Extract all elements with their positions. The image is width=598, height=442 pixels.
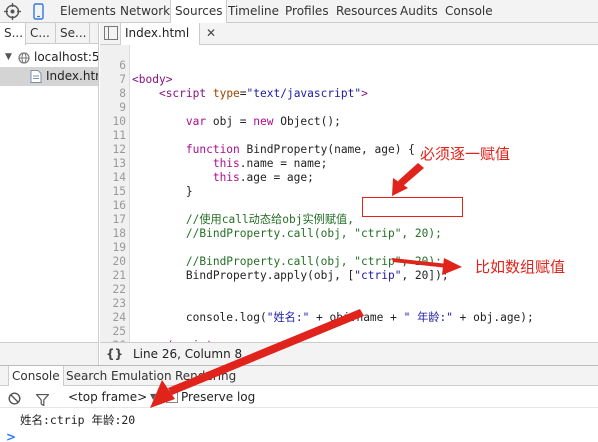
frame-select[interactable]: <top frame>: [68, 386, 147, 408]
code-line[interactable]: 7 <script type="text/javascript">: [100, 59, 598, 100]
clear-console-icon[interactable]: [8, 390, 21, 405]
device-mode-icon[interactable]: [30, 3, 47, 20]
annotation-top: 必须逐一赋值: [420, 145, 511, 163]
code-line[interactable]: 18: [100, 213, 598, 240]
console-message: 姓名:ctrip 年龄:20: [20, 413, 136, 427]
navigator-tab-sources[interactable]: S...: [0, 23, 26, 45]
code-line[interactable]: 9 var obj = new Object();: [100, 87, 598, 128]
filter-icon[interactable]: [35, 391, 50, 407]
console-prompt[interactable]: >: [6, 430, 16, 442]
tab-profiles[interactable]: Profiles: [285, 0, 329, 23]
code-line[interactable]: 20 BindProperty.apply(obj, ["ctrip", 20]…: [100, 241, 598, 282]
code-line[interactable]: 24: [100, 297, 598, 324]
file-tab-label: Index.html: [125, 26, 190, 40]
tab-sources[interactable]: Sources: [170, 0, 228, 24]
code-line[interactable]: 16 //使用call动态给obj实例赋值,: [100, 185, 598, 226]
navigator-tab-snippets[interactable]: Se...: [56, 23, 90, 44]
expand-triangle-icon[interactable]: ▼: [5, 48, 12, 67]
code-line[interactable]: 19 //BindProperty.call(obj, "ctrip", 20)…: [100, 227, 598, 268]
code-line[interactable]: 15: [100, 171, 598, 198]
highlight-box: [362, 197, 463, 217]
tree-item-label: Index.htm: [46, 69, 98, 83]
code-editor[interactable]: 6 <body> 7 <script type="text/javascript…: [100, 45, 598, 342]
editor-tab-bar: Index.html ✕: [100, 23, 598, 46]
tab-timeline[interactable]: Timeline: [228, 0, 279, 23]
code-line[interactable]: 6 <body>: [100, 45, 598, 86]
code-line[interactable]: 23 console.log("姓名:" + obj.name + " 年龄:"…: [100, 283, 598, 324]
code-line[interactable]: 25 </script>: [100, 311, 598, 342]
tab-resources[interactable]: Resources: [336, 0, 397, 23]
console-toolbar: <top frame> ▼ Preserve log: [0, 386, 598, 408]
tab-audits[interactable]: Audits: [400, 0, 438, 23]
inspect-element-icon[interactable]: [4, 3, 21, 20]
drawer-tab-console[interactable]: Console: [8, 366, 64, 388]
file-icon: [30, 70, 42, 83]
tab-console[interactable]: Console: [445, 0, 493, 23]
code-line[interactable]: 12 this.name = name;: [100, 129, 598, 170]
code-line[interactable]: 10: [100, 101, 598, 128]
drawer-tab-emulation[interactable]: Emulation: [111, 366, 172, 387]
devtools-toolbar: Elements Network Sources Timeline Profil…: [0, 0, 598, 24]
file-tab[interactable]: Index.html: [120, 23, 200, 46]
tree-item-host[interactable]: ▼ localhost:51: [0, 48, 99, 67]
globe-icon: [18, 51, 30, 64]
toggle-navigator-icon[interactable]: [104, 26, 118, 40]
pretty-print-icon[interactable]: {}: [106, 343, 123, 365]
tab-elements[interactable]: Elements: [60, 0, 116, 23]
tree-item-file[interactable]: Index.htm: [0, 67, 98, 86]
navigator-footer: [0, 342, 99, 365]
drawer-tab-search[interactable]: Search: [66, 366, 107, 387]
code-line[interactable]: 17 //BindProperty.call(obj, "ctrip", 20)…: [100, 199, 598, 240]
code-line[interactable]: 13 this.age = age;: [100, 143, 598, 184]
code-line[interactable]: 8: [100, 73, 598, 100]
navigator-tabs: S... C... Se...: [0, 23, 98, 45]
code-line[interactable]: 26 </body>: [100, 325, 598, 342]
preserve-log-checkbox[interactable]: [166, 391, 178, 403]
tab-network[interactable]: Network: [120, 0, 170, 23]
code-line[interactable]: 14 }: [100, 157, 598, 198]
console-output: 姓名:ctrip 年龄:20 >: [0, 408, 598, 442]
preserve-log-label: Preserve log: [181, 390, 256, 404]
cursor-position: Line 26, Column 8: [133, 347, 243, 361]
chevron-down-icon[interactable]: ▼: [150, 386, 156, 408]
sources-navigator: S... C... Se... ▼ localhost:51 Index.htm…: [0, 23, 99, 343]
drawer-tab-rendering[interactable]: Rendering: [175, 366, 236, 387]
annotation-middle: 比如数组赋值: [475, 258, 566, 276]
code-line[interactable]: 11 function BindProperty(name, age) {: [100, 115, 598, 156]
drawer-tab-bar: Console Search Emulation Rendering: [0, 365, 598, 388]
close-tab-icon[interactable]: ✕: [206, 26, 216, 40]
navigator-tab-content-scripts[interactable]: C...: [26, 23, 56, 44]
tree-item-label: localhost:51: [34, 50, 99, 64]
editor-status-bar: {} Line 26, Column 8: [100, 342, 598, 365]
